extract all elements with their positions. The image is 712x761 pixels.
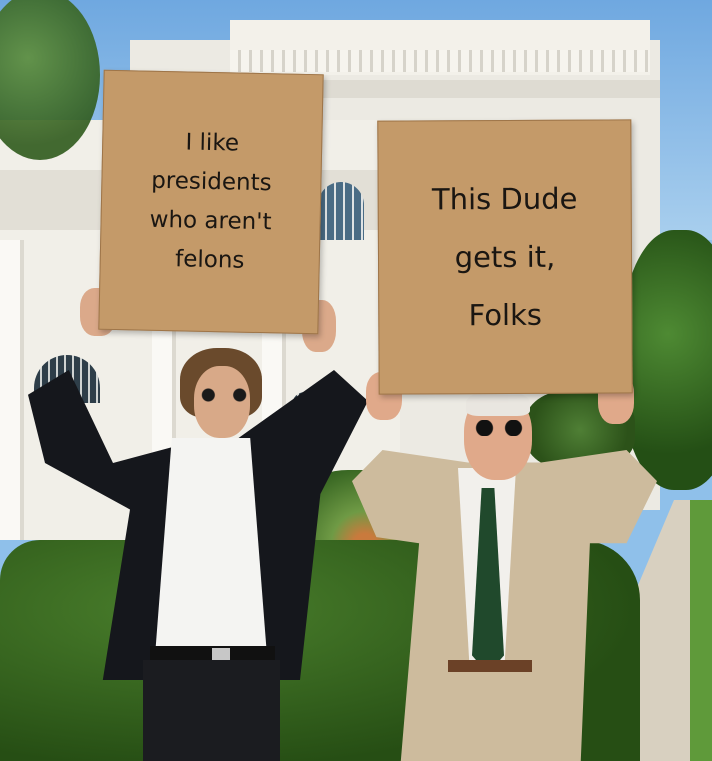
sunglasses-icon xyxy=(470,420,528,436)
sign-right-line: This Dude xyxy=(431,181,578,217)
lawn xyxy=(690,500,712,761)
column xyxy=(0,240,24,540)
protest-photo: I like presidents who aren't felons This… xyxy=(0,0,712,761)
arched-window xyxy=(318,182,364,240)
sunglasses-icon xyxy=(196,388,252,402)
cardboard-sign-right: This Dude gets it, Folks xyxy=(377,119,633,395)
sign-right-line: gets it, xyxy=(454,239,556,275)
sign-left-line: who aren't xyxy=(149,206,272,236)
roof-balustrade xyxy=(230,50,650,72)
person-right-pants xyxy=(445,672,560,761)
sign-left-line: I like xyxy=(185,129,240,157)
tree-foliage xyxy=(620,230,712,490)
person-left-face xyxy=(194,366,250,438)
sign-right-line: Folks xyxy=(468,297,543,333)
sign-right-text: This Dude gets it, Folks xyxy=(390,169,621,344)
person-left-pants xyxy=(143,660,280,761)
belt-buckle xyxy=(212,648,230,660)
cardboard-sign-left: I like presidents who aren't felons xyxy=(98,69,324,335)
sign-left-text: I like presidents who aren't felons xyxy=(109,122,312,282)
sign-left-line: presidents xyxy=(150,167,272,197)
sign-left-line: felons xyxy=(174,246,245,274)
person-left-shirt xyxy=(155,438,267,656)
